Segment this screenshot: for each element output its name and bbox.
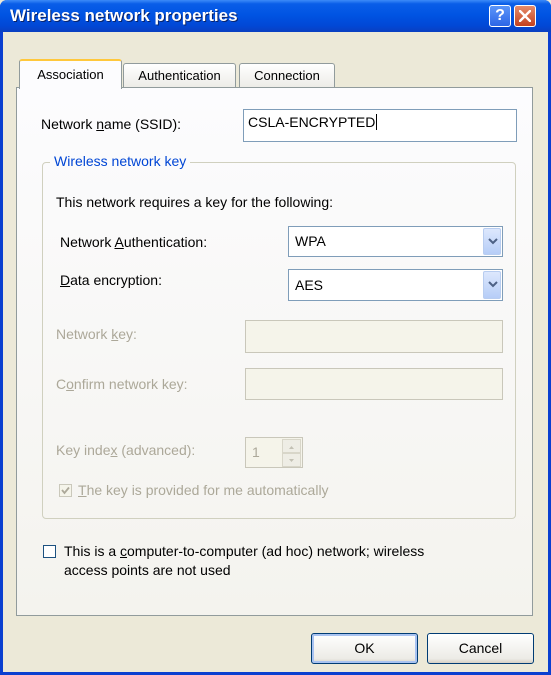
adhoc-checkbox[interactable]: [43, 545, 56, 558]
tab-label: Authentication: [138, 68, 221, 83]
chevron-down-icon: [488, 238, 498, 245]
ok-button[interactable]: OK: [311, 633, 418, 664]
tab-authentication[interactable]: Authentication: [123, 63, 236, 88]
tab-connection[interactable]: Connection: [239, 63, 335, 88]
help-button[interactable]: ?: [489, 5, 511, 27]
network-key-label: Network key:: [56, 326, 137, 342]
ssid-value: CSLA-ENCRYPTED: [248, 114, 378, 130]
auth-label: Network Authentication:: [60, 234, 208, 250]
encryption-select[interactable]: AES: [288, 269, 503, 301]
group-title: Wireless network key: [50, 153, 191, 169]
auto-key-label: The key is provided for me automatically: [78, 482, 329, 498]
confirm-key-label: Confirm network key:: [56, 376, 188, 392]
auto-key-checkbox[interactable]: [59, 484, 72, 497]
close-button[interactable]: [514, 5, 536, 27]
encryption-dropdown-button[interactable]: [483, 271, 501, 299]
close-x-icon: [519, 10, 531, 22]
question-mark-icon: ?: [495, 7, 505, 24]
ssid-label: Network name (SSID):: [41, 116, 182, 132]
encryption-value: AES: [295, 277, 324, 293]
chevron-down-icon: [488, 281, 498, 288]
key-index-value: 1: [252, 444, 260, 460]
auth-dropdown-button[interactable]: [483, 228, 501, 255]
spin-up-button[interactable]: [282, 439, 301, 453]
network-key-input[interactable]: [245, 320, 503, 353]
key-index-spinner[interactable]: 1: [245, 437, 303, 468]
tab-label: Connection: [254, 68, 320, 83]
window-title: Wireless network properties: [10, 6, 238, 25]
auth-value: WPA: [295, 233, 326, 249]
confirm-key-input[interactable]: [245, 368, 503, 400]
key-index-label: Key index (advanced):: [56, 442, 196, 458]
spin-down-button[interactable]: [282, 453, 301, 467]
check-icon: [61, 486, 70, 495]
chevron-up-icon: [289, 446, 294, 449]
title-bar[interactable]: Wireless network properties ?: [0, 0, 551, 32]
auth-select[interactable]: WPA: [288, 226, 503, 257]
tab-label: Association: [37, 67, 104, 82]
requires-key-text: This network requires a key for the foll…: [56, 194, 334, 210]
cancel-button[interactable]: Cancel: [427, 633, 534, 664]
cancel-label: Cancel: [458, 640, 503, 656]
ssid-input[interactable]: CSLA-ENCRYPTED: [243, 109, 517, 142]
encryption-label: Data encryption:: [60, 272, 162, 288]
adhoc-label-line1: This is a computer-to-computer (ad hoc) …: [64, 543, 425, 559]
chevron-down-icon: [289, 459, 294, 462]
ok-label: OK: [354, 640, 375, 656]
adhoc-label-line2: access points are not used: [64, 562, 231, 578]
tab-association[interactable]: Association: [19, 59, 122, 89]
